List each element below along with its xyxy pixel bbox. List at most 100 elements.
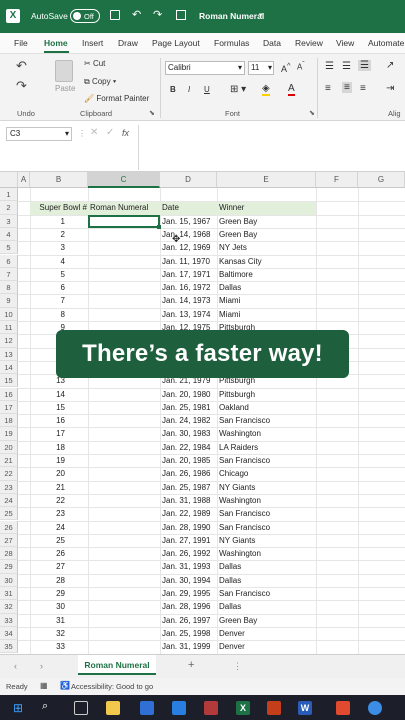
windows-start-icon[interactable]: ⊞	[13, 701, 23, 715]
row-header[interactable]: 23	[0, 480, 18, 494]
enter-icon[interactable]: ✓	[106, 127, 114, 138]
cell-date[interactable]: Jan. 22, 1984	[162, 441, 217, 454]
tab-page-layout[interactable]: Page Layout	[152, 38, 200, 48]
cell-date[interactable]: Jan. 25, 1998	[162, 627, 217, 640]
row-header[interactable]: 21	[0, 454, 18, 468]
cell-winner[interactable]: Chicago	[219, 467, 314, 480]
cell-date[interactable]: Jan. 24, 1982	[162, 414, 217, 427]
tab-insert[interactable]: Insert	[82, 38, 103, 48]
next-sheet-icon[interactable]: ›	[40, 661, 43, 671]
row-header[interactable]: 12	[0, 334, 18, 348]
cell-super-bowl-number[interactable]: 23	[31, 507, 65, 520]
row-header[interactable]: 3	[0, 214, 18, 228]
increase-font-icon[interactable]: A^	[281, 61, 291, 74]
more-sheets-icon[interactable]: ⋮	[233, 661, 242, 672]
row-header[interactable]: 9	[0, 294, 18, 308]
font-size-select[interactable]: 11 ▾	[248, 61, 274, 75]
cell-date[interactable]: Jan. 26, 1997	[162, 614, 217, 627]
tab-home[interactable]: Home	[44, 38, 68, 48]
cell-super-bowl-number[interactable]: 20	[31, 467, 65, 480]
tab-review[interactable]: Review	[295, 38, 323, 48]
font-name-select[interactable]: Calibri ▾	[165, 61, 245, 75]
redo-icon[interactable]: ↷	[153, 8, 162, 21]
cell-winner[interactable]: Miami	[219, 294, 314, 307]
task-view-icon[interactable]	[74, 701, 88, 715]
cell-date[interactable]: Jan. 17, 1971	[162, 268, 217, 281]
row-header[interactable]: 31	[0, 587, 18, 601]
cell-date[interactable]: Jan. 20, 1985	[162, 454, 217, 467]
cell-super-bowl-number[interactable]: 2	[31, 228, 65, 241]
cell-super-bowl-number[interactable]: 26	[31, 547, 65, 560]
cell-super-bowl-number[interactable]: 19	[31, 454, 65, 467]
cell-winner[interactable]: Baltimore	[219, 268, 314, 281]
toolbar-icon[interactable]	[176, 10, 186, 20]
cell-super-bowl-number[interactable]: 21	[31, 481, 65, 494]
tab-automate[interactable]: Automate	[368, 38, 404, 48]
cell-date[interactable]: Jan. 28, 1996	[162, 600, 217, 613]
cell-date[interactable]: Jan. 13, 1974	[162, 308, 217, 321]
cell-date[interactable]: Jan. 11, 1970	[162, 255, 217, 268]
cell-winner[interactable]: Denver	[219, 640, 314, 653]
cell-winner[interactable]: Kansas City	[219, 255, 314, 268]
cell-date[interactable]	[162, 188, 217, 201]
row-header[interactable]: 15	[0, 374, 18, 388]
borders-icon[interactable]: ⊞ ▾	[230, 84, 246, 95]
cell-date[interactable]: Jan. 16, 1972	[162, 281, 217, 294]
cell-super-bowl-number[interactable]: 22	[31, 494, 65, 507]
cell-date[interactable]: Jan. 15, 1967	[162, 215, 217, 228]
cell-winner[interactable]: LA Raiders	[219, 441, 314, 454]
align-bottom-icon[interactable]: ☰	[358, 60, 371, 71]
cell-date[interactable]: Jan. 25, 1981	[162, 401, 217, 414]
cell-date[interactable]: Jan. 26, 1986	[162, 467, 217, 480]
cell-date[interactable]: Jan. 30, 1994	[162, 574, 217, 587]
align-right-icon[interactable]: ≡	[360, 83, 366, 94]
paste-button[interactable]: Paste	[55, 84, 75, 93]
row-header[interactable]: 5	[0, 241, 18, 255]
cell-super-bowl-number[interactable]: 24	[31, 521, 65, 534]
cell-super-bowl-number[interactable]: 29	[31, 587, 65, 600]
cell-super-bowl-number[interactable]: 32	[31, 627, 65, 640]
row-header[interactable]: 16	[0, 387, 18, 401]
sheet-tab-roman-numeral[interactable]: Roman Numeral	[78, 655, 156, 675]
cell-winner[interactable]: Washington	[219, 547, 314, 560]
mail-icon[interactable]	[140, 701, 154, 715]
cell-super-bowl-number[interactable]: 25	[31, 534, 65, 547]
cell-date[interactable]: Jan. 30, 1983	[162, 427, 217, 440]
tab-draw[interactable]: Draw	[118, 38, 138, 48]
cell-date[interactable]: Jan. 26, 1992	[162, 547, 217, 560]
chevron-down-icon[interactable]: ▾	[259, 11, 263, 19]
undo-ribbon-icon[interactable]: ↶	[16, 58, 27, 74]
column-header-a[interactable]: A	[18, 172, 30, 188]
cell-winner[interactable]: Dallas	[219, 574, 314, 587]
cancel-icon[interactable]: ✕	[90, 127, 98, 138]
cell-super-bowl-number[interactable]: 7	[31, 294, 65, 307]
row-header[interactable]: 7	[0, 267, 18, 282]
cell-winner[interactable]: NY Jets	[219, 241, 314, 254]
align-top-icon[interactable]: ☰	[325, 61, 334, 72]
cell-super-bowl-number[interactable]: 33	[31, 640, 65, 653]
underline-icon[interactable]: U	[204, 85, 210, 94]
dialog-launcher-icon[interactable]: ⬊	[149, 109, 155, 117]
cell-super-bowl-number[interactable]: 31	[31, 614, 65, 627]
bold-icon[interactable]: B	[170, 85, 176, 94]
cell-date[interactable]: Jan. 27, 1991	[162, 534, 217, 547]
row-header[interactable]: 28	[0, 547, 18, 561]
cell-winner[interactable]: Dallas	[219, 600, 314, 613]
cell-winner[interactable]	[219, 188, 314, 201]
header-winner[interactable]: Winner	[219, 201, 314, 214]
row-header[interactable]: 25	[0, 507, 18, 521]
tab-view[interactable]: View	[336, 38, 354, 48]
cell-super-bowl-number[interactable]: 17	[31, 427, 65, 440]
cell-winner[interactable]: Pittsburgh	[219, 388, 314, 401]
cell-date[interactable]: Jan. 31, 1988	[162, 494, 217, 507]
column-header-e[interactable]: E	[217, 172, 316, 188]
row-header[interactable]: 26	[0, 520, 18, 534]
file-explorer-icon[interactable]	[106, 701, 120, 715]
cell-winner[interactable]: Washington	[219, 427, 314, 440]
tab-data[interactable]: Data	[263, 38, 281, 48]
cell-winner[interactable]: Green Bay	[219, 215, 314, 228]
row-header[interactable]: 27	[0, 533, 18, 548]
row-header[interactable]: 29	[0, 560, 18, 574]
cell-date[interactable]: Jan. 25, 1987	[162, 481, 217, 494]
row-header[interactable]: 2	[0, 201, 18, 215]
